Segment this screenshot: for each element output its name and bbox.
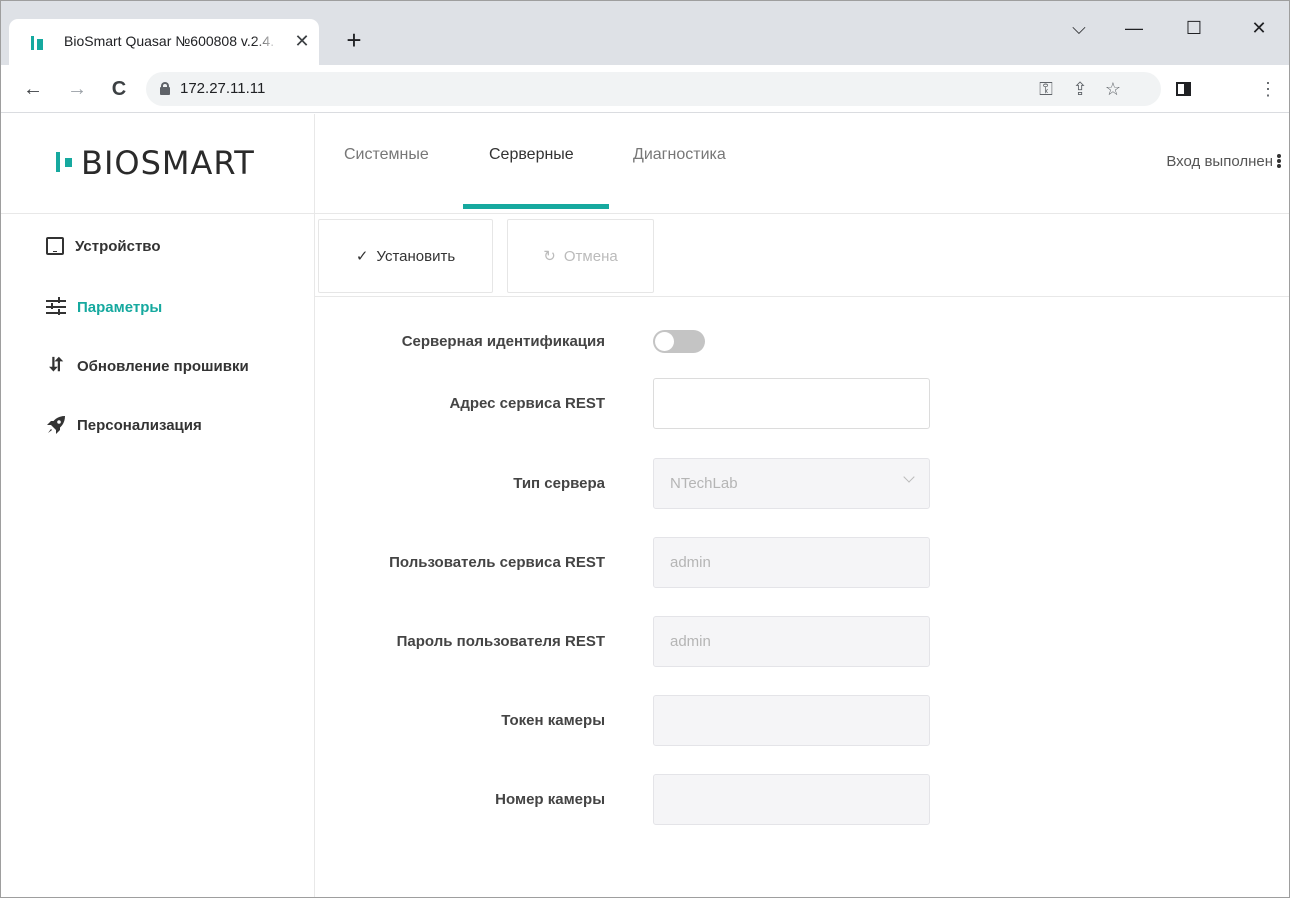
apply-button-label: Установить bbox=[376, 247, 456, 265]
rest-user-input[interactable]: admin bbox=[653, 537, 930, 588]
sidebar-item-label: Параметры bbox=[77, 298, 163, 316]
browser-window: BioSmart Quasar №600808 v.2.4. ✕ + ⌵ — ☐… bbox=[0, 0, 1290, 898]
sidebar-item-parameters[interactable]: Параметры bbox=[46, 292, 162, 322]
sidebar-item-personalization[interactable]: Персонализация bbox=[46, 410, 202, 440]
rest-password-label: Пароль пользователя REST bbox=[396, 633, 605, 650]
tab-system[interactable]: Системные bbox=[344, 146, 429, 164]
camera-number-label: Номер камеры bbox=[495, 791, 605, 808]
minimize-button[interactable]: — bbox=[1114, 13, 1154, 43]
tab-search-chevron-icon[interactable]: ⌵ bbox=[1059, 13, 1099, 43]
app-root: BIOSMART Устройство Параметры ⮃ Обновлен… bbox=[1, 114, 1289, 897]
maximize-button[interactable]: ☐ bbox=[1174, 13, 1214, 43]
toggle-knob bbox=[655, 332, 674, 351]
reload-icon[interactable]: C bbox=[105, 75, 133, 103]
address-bar[interactable]: 172.27.11.11 ⚿ ⇪ ☆ bbox=[146, 72, 1161, 106]
camera-number-input[interactable] bbox=[653, 774, 930, 825]
side-panel-icon[interactable] bbox=[1176, 82, 1191, 96]
biosmart-logo-icon bbox=[56, 151, 76, 172]
camera-token-input[interactable] bbox=[653, 695, 930, 746]
logo-text: BIOSMART bbox=[81, 144, 255, 182]
rest-password-input[interactable]: admin bbox=[653, 616, 930, 667]
back-arrow-icon[interactable]: ← bbox=[19, 75, 47, 103]
logo-area: BIOSMART bbox=[1, 114, 314, 214]
server-type-value: NTechLab bbox=[670, 475, 738, 492]
new-tab-button[interactable]: + bbox=[341, 27, 367, 54]
cancel-button-label: Отмена bbox=[563, 247, 618, 265]
rocket-icon bbox=[46, 415, 66, 435]
rest-address-label: Адрес сервиса REST bbox=[449, 395, 605, 412]
share-icon[interactable]: ⇪ bbox=[1068, 77, 1092, 101]
browser-menu-icon[interactable]: ⋮ bbox=[1259, 79, 1277, 99]
more-vertical-icon[interactable] bbox=[1277, 154, 1281, 169]
action-bar: ✓ Установить ↻ Отмена bbox=[315, 215, 1289, 297]
tab-title: BioSmart Quasar №600808 v.2.4. bbox=[64, 33, 275, 49]
tab-strip: BioSmart Quasar №600808 v.2.4. ✕ + ⌵ — ☐… bbox=[1, 1, 1289, 65]
tablet-icon bbox=[46, 237, 64, 255]
sidebar-item-label: Персонализация bbox=[77, 416, 202, 434]
sidebar-item-label: Обновление прошивки bbox=[77, 357, 249, 375]
server-identification-label: Серверная идентификация bbox=[401, 333, 605, 350]
apply-button[interactable]: ✓ Установить bbox=[318, 219, 493, 293]
rest-user-value: admin bbox=[670, 554, 711, 571]
url-text[interactable]: 172.27.11.11 bbox=[180, 80, 265, 97]
server-type-select[interactable]: NTechLab bbox=[653, 458, 930, 509]
lock-icon[interactable] bbox=[160, 82, 170, 95]
rest-password-value: admin bbox=[670, 633, 711, 650]
bookmark-star-icon[interactable]: ☆ bbox=[1101, 77, 1125, 101]
login-status[interactable]: Вход выполнен bbox=[1166, 153, 1281, 170]
undo-icon: ↻ bbox=[543, 248, 556, 265]
rest-address-input[interactable] bbox=[653, 378, 930, 429]
login-status-text: Вход выполнен bbox=[1166, 153, 1273, 170]
key-icon[interactable]: ⚿ bbox=[1034, 77, 1058, 101]
biosmart-favicon-icon bbox=[31, 36, 45, 50]
browser-toolbar: ← → C 172.27.11.11 ⚿ ⇪ ☆ ⋮ bbox=[1, 65, 1289, 113]
server-settings-form: Серверная идентификация Адрес сервиса RE… bbox=[315, 297, 1289, 897]
camera-token-label: Токен камеры bbox=[501, 712, 605, 729]
rest-user-label: Пользователь сервиса REST bbox=[389, 554, 605, 571]
chevron-down-icon bbox=[903, 471, 915, 483]
tab-server[interactable]: Серверные bbox=[489, 146, 574, 164]
browser-tab[interactable]: BioSmart Quasar №600808 v.2.4. ✕ bbox=[9, 19, 319, 65]
server-type-label: Тип сервера bbox=[513, 475, 605, 492]
tab-close-icon[interactable]: ✕ bbox=[292, 31, 312, 51]
cancel-button[interactable]: ↻ Отмена bbox=[507, 219, 654, 293]
active-tab-indicator bbox=[463, 204, 609, 209]
sidebar-item-device[interactable]: Устройство bbox=[46, 231, 161, 261]
sidebar-item-label: Устройство bbox=[75, 237, 161, 255]
forward-arrow-icon[interactable]: → bbox=[63, 75, 91, 103]
update-icon: ⮃ bbox=[48, 355, 64, 376]
tab-diagnostics[interactable]: Диагностика bbox=[633, 146, 726, 164]
sliders-icon bbox=[46, 297, 66, 317]
server-identification-toggle[interactable] bbox=[653, 330, 705, 353]
settings-tabs: Системные Серверные Диагностика Вход вып… bbox=[315, 114, 1289, 214]
sidebar-item-firmware-update[interactable]: ⮃ Обновление прошивки bbox=[46, 351, 249, 381]
close-window-button[interactable]: ✕ bbox=[1239, 13, 1279, 43]
check-icon: ✓ bbox=[355, 248, 369, 265]
